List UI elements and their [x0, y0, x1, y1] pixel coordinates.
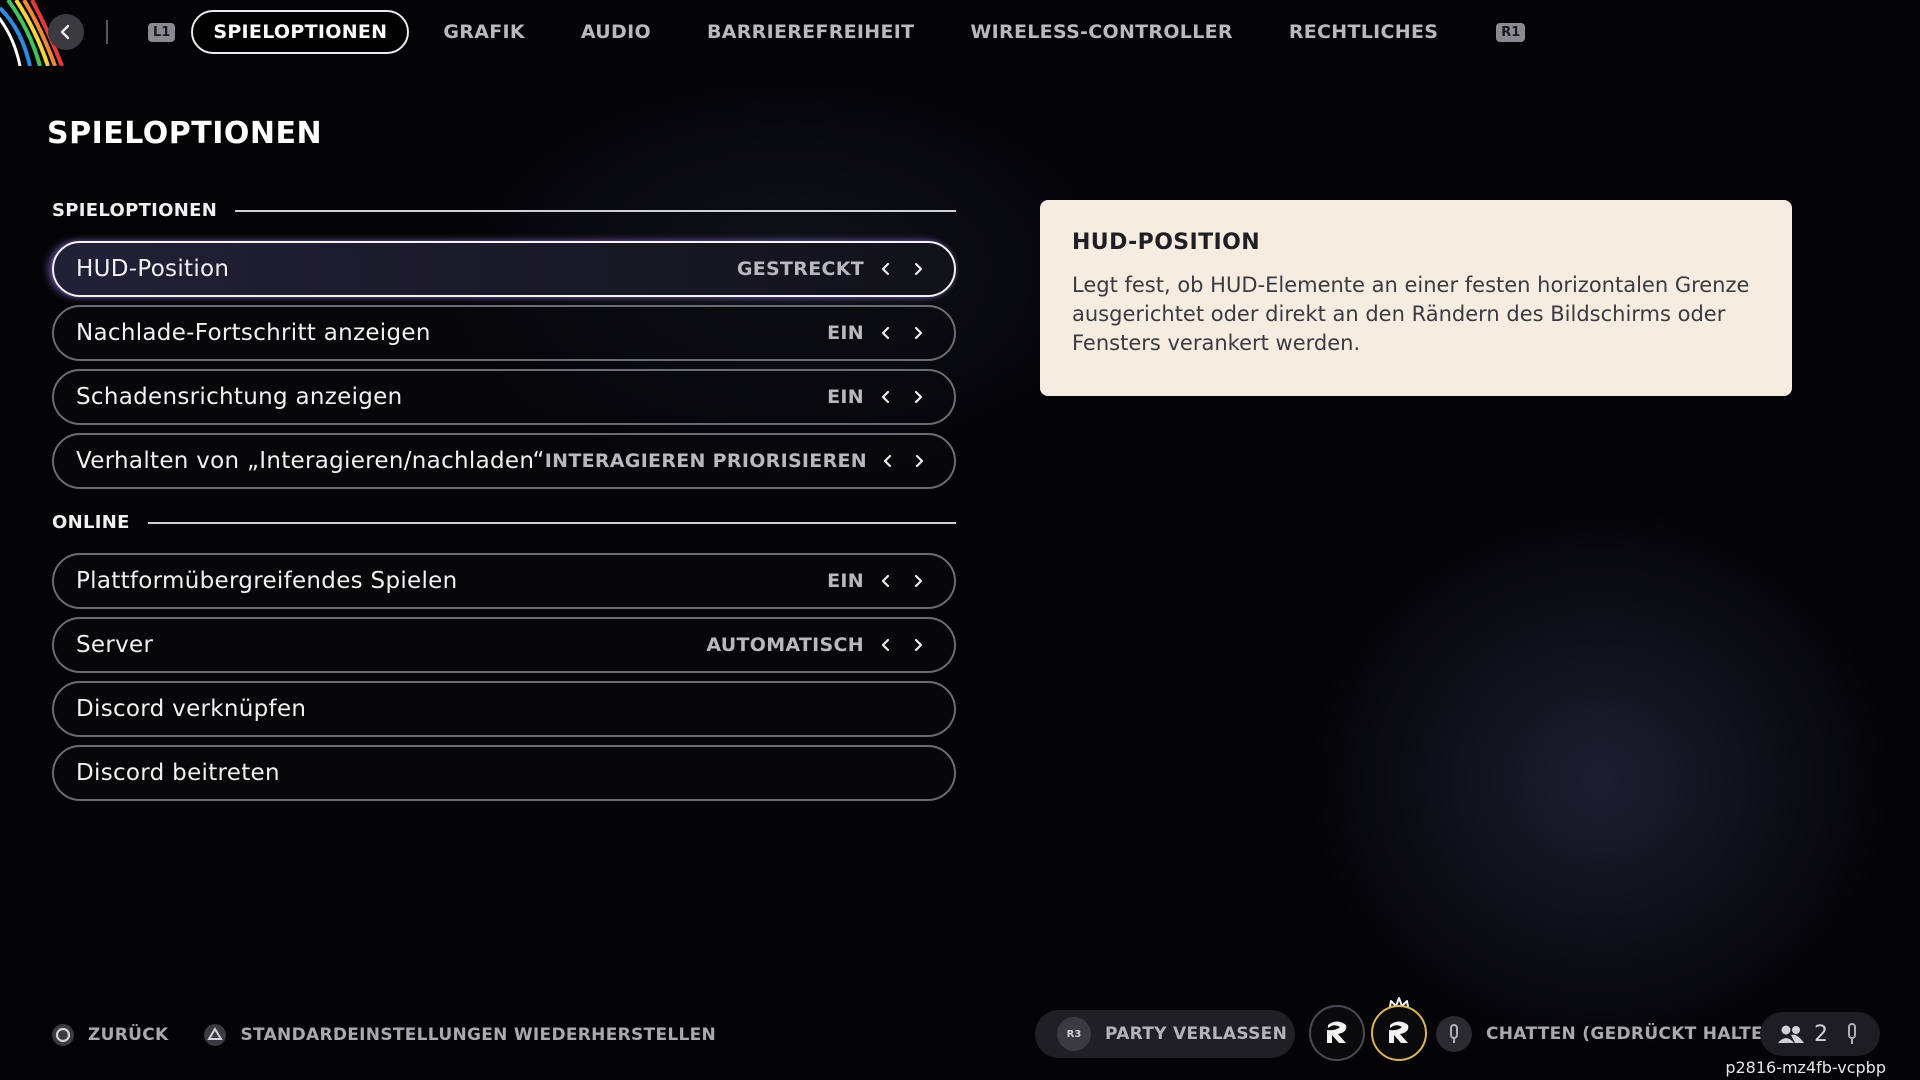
bottom-hints: ZURÜCK STANDARDEINSTELLUNGEN WIEDERHERST…	[50, 1020, 750, 1050]
setting-row-interagieren-nachladen[interactable]: Verhalten von „Interagieren/nachladen“ I…	[52, 433, 956, 489]
chevron-left-icon[interactable]	[870, 629, 902, 661]
info-panel: HUD-POSITION Legt fest, ob HUD-Elemente …	[1040, 200, 1792, 396]
section-label: ONLINE	[52, 512, 130, 533]
section-header-spieloptionen: SPIELOPTIONEN	[52, 200, 956, 221]
chevron-right-icon[interactable]	[902, 317, 934, 349]
tab-bar: SPIELOPTIONEN GRAFIK AUDIO BARRIEREFREIH…	[191, 10, 1472, 54]
reset-defaults-hint[interactable]: STANDARDEINSTELLUNGEN WIEDERHERSTELLEN	[202, 1022, 716, 1048]
setting-label: Verhalten von „Interagieren/nachladen“	[76, 448, 545, 474]
back-button[interactable]	[48, 14, 84, 50]
r1-button-icon[interactable]: R1	[1496, 22, 1526, 42]
microphone-icon	[1846, 1022, 1858, 1046]
chevron-right-icon[interactable]	[902, 381, 934, 413]
info-description: Legt fest, ob HUD-Elemente an einer fest…	[1072, 273, 1750, 355]
party-member-avatar[interactable]	[1309, 1005, 1365, 1061]
back-label: ZURÜCK	[88, 1025, 169, 1045]
setting-label: Schadensrichtung anzeigen	[76, 384, 403, 410]
setting-row-crossplay[interactable]: Plattformübergreifendes Spielen EIN	[52, 553, 956, 609]
circle-button-icon	[50, 1022, 76, 1048]
back-hint[interactable]: ZURÜCK	[50, 1022, 168, 1048]
section-header-online: ONLINE	[52, 512, 956, 533]
chevron-left-icon[interactable]	[870, 253, 902, 285]
setting-row-server[interactable]: Server AUTOMATISCH	[52, 617, 956, 673]
section-divider	[147, 521, 956, 524]
setting-row-discord-join[interactable]: Discord beitreten	[52, 745, 956, 801]
tab-audio[interactable]: AUDIO	[559, 10, 673, 54]
setting-value: EIN	[827, 570, 864, 592]
player-emblem-icon	[1389, 1021, 1409, 1043]
leave-party-button[interactable]: R3 PARTY VERLASSEN	[1035, 1010, 1295, 1058]
chevron-right-icon[interactable]	[902, 253, 934, 285]
setting-row-nachlade-fortschritt[interactable]: Nachlade-Fortschritt anzeigen EIN	[52, 305, 956, 361]
chevron-left-icon	[60, 24, 70, 40]
setting-row-discord-link[interactable]: Discord verknüpfen	[52, 681, 956, 737]
leave-party-label: PARTY VERLASSEN	[1105, 1024, 1288, 1044]
setting-row-schadensrichtung[interactable]: Schadensrichtung anzeigen EIN	[52, 369, 956, 425]
setting-value: EIN	[827, 322, 864, 344]
setting-label: Discord beitreten	[76, 760, 280, 786]
microphone-icon	[1436, 1016, 1472, 1052]
tab-barrierefreiheit[interactable]: BARRIEREFREIHEIT	[685, 10, 936, 54]
party-size-indicator[interactable]: 2	[1760, 1012, 1880, 1056]
party-leader-avatar[interactable]	[1371, 1005, 1427, 1061]
tab-grafik[interactable]: GRAFIK	[421, 10, 547, 54]
top-navigation: L1 SPIELOPTIONEN GRAFIK AUDIO BARRIEREFR…	[48, 10, 1526, 54]
session-id: p2816-mz4fb-vcpbp	[1725, 1058, 1886, 1077]
setting-value: EIN	[827, 386, 864, 408]
player-emblem-icon	[1327, 1021, 1347, 1043]
setting-value: GESTRECKT	[736, 258, 864, 280]
chevron-right-icon[interactable]	[902, 629, 934, 661]
chat-label: CHATTEN (GEDRÜCKT HALTEN)	[1486, 1024, 1786, 1044]
setting-value: INTERAGIEREN PRIORISIEREN	[544, 450, 867, 472]
chevron-left-icon[interactable]	[870, 565, 902, 597]
setting-value: AUTOMATISCH	[706, 634, 864, 656]
chevron-left-icon[interactable]	[870, 381, 902, 413]
section-label: SPIELOPTIONEN	[52, 200, 218, 221]
nav-divider	[106, 20, 108, 44]
tab-wireless-controller[interactable]: WIRELESS-CONTROLLER	[948, 10, 1254, 54]
chevron-left-icon[interactable]	[870, 317, 902, 349]
people-icon	[1776, 1023, 1806, 1045]
section-divider	[235, 209, 956, 212]
setting-row-hud-position[interactable]: HUD-Position GESTRECKT	[52, 241, 956, 297]
r3-button-icon: R3	[1057, 1017, 1091, 1051]
l1-button-icon[interactable]: L1	[148, 22, 176, 42]
chevron-right-icon[interactable]	[903, 445, 934, 477]
push-to-talk-hint[interactable]: CHATTEN (GEDRÜCKT HALTEN)	[1436, 1014, 1786, 1054]
setting-label: HUD-Position	[76, 256, 230, 282]
chevron-right-icon[interactable]	[902, 565, 934, 597]
setting-label: Server	[76, 632, 154, 658]
party-count: 2	[1814, 1021, 1828, 1047]
tab-spieloptionen[interactable]: SPIELOPTIONEN	[191, 10, 410, 54]
setting-label: Plattformübergreifendes Spielen	[76, 568, 458, 594]
setting-label: Nachlade-Fortschritt anzeigen	[76, 320, 431, 346]
reset-defaults-label: STANDARDEINSTELLUNGEN WIEDERHERSTELLEN	[240, 1025, 717, 1045]
info-title: HUD-POSITION	[1072, 230, 1261, 255]
chevron-left-icon[interactable]	[873, 445, 904, 477]
triangle-button-icon	[202, 1022, 228, 1048]
setting-label: Discord verknüpfen	[76, 696, 307, 722]
tab-rechtliches[interactable]: RECHTLICHES	[1267, 10, 1460, 54]
page-title: SPIELOPTIONEN	[47, 116, 323, 151]
